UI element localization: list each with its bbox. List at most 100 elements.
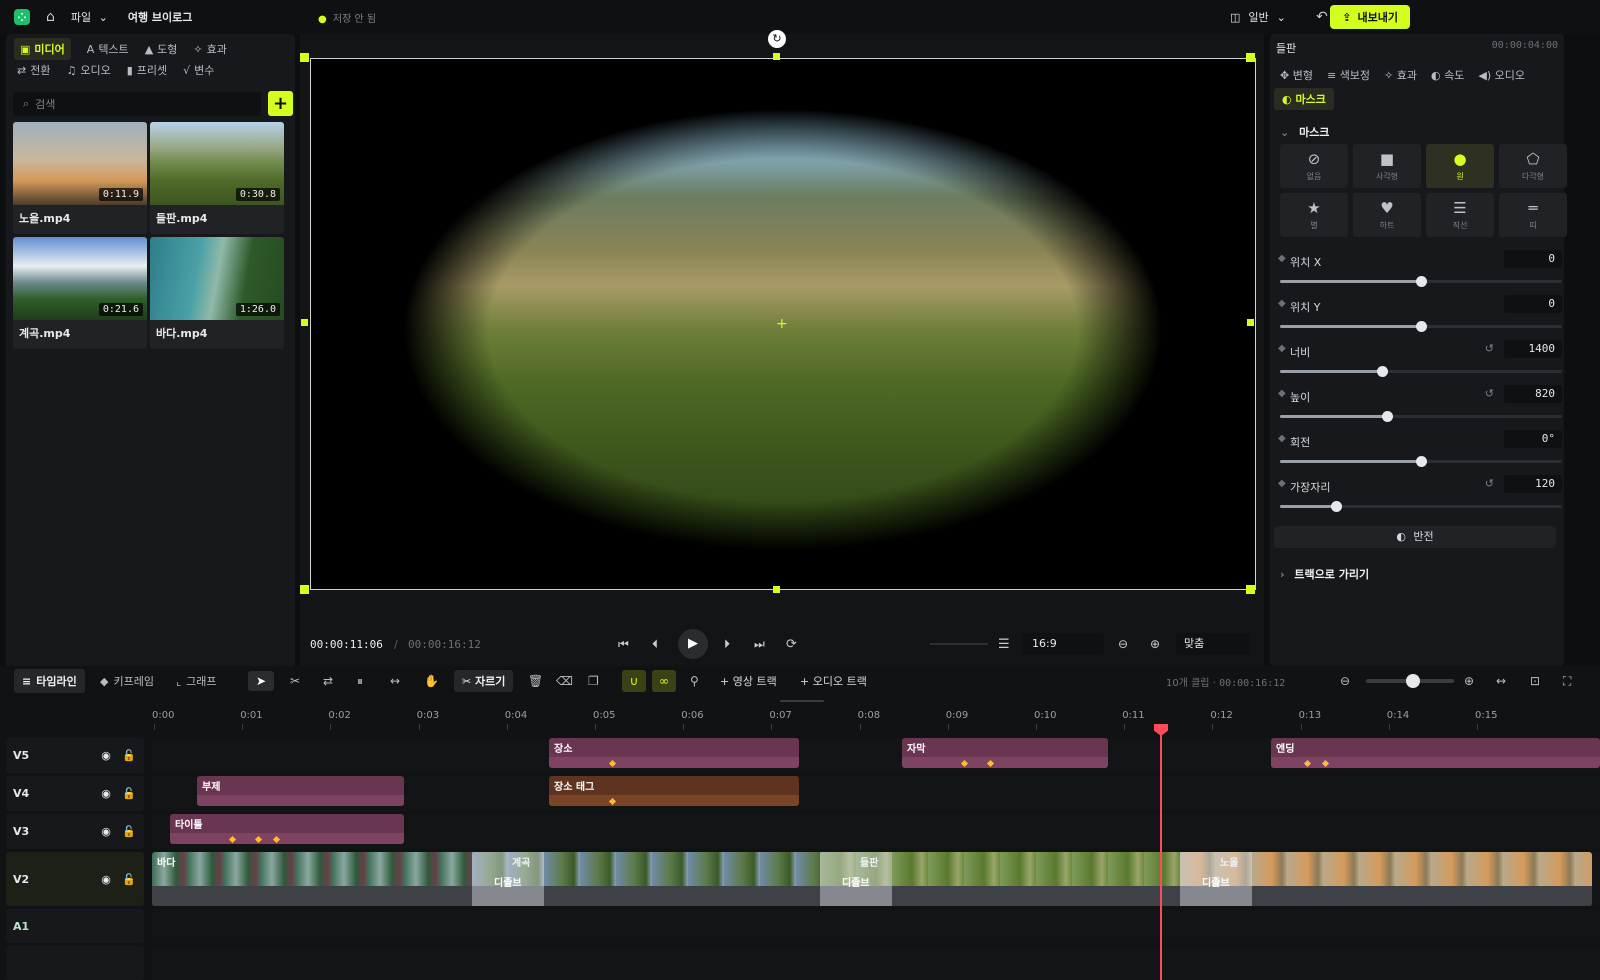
tab-transition[interactable]: ⇄ 전환 <box>17 62 50 78</box>
property-slider[interactable] <box>1280 321 1562 332</box>
slider-knob[interactable] <box>1382 411 1394 422</box>
track-lane-a1[interactable] <box>152 909 1600 943</box>
range-icon[interactable]: ↔ <box>390 674 400 688</box>
mask-shape-rectangle[interactable]: ■ 사각형 <box>1353 144 1421 188</box>
clip-v3-title[interactable]: 타이틀 <box>170 814 404 844</box>
tab-media[interactable]: ▣ 미디어 <box>14 38 71 60</box>
tab-speed[interactable]: ◐ 속도 <box>1431 67 1464 83</box>
settings-sliders-icon[interactable]: ☰ <box>998 637 1010 652</box>
resize-grip[interactable] <box>780 700 824 702</box>
track-lane-v2[interactable]: 바다 계곡 들판 노을 디졸브 디졸브 디졸브 <box>152 852 1600 906</box>
link-toggle[interactable]: ∞ <box>652 670 676 692</box>
slider-knob[interactable] <box>1331 501 1343 512</box>
zoom-slider-knob[interactable] <box>1406 674 1420 688</box>
duplicate-icon[interactable]: ❐ <box>588 674 599 688</box>
skip-to-start-icon[interactable]: ⏮ <box>618 637 629 652</box>
resize-handle-bottom-left[interactable] <box>300 585 309 594</box>
property-slider[interactable] <box>1280 366 1562 377</box>
property-slider[interactable] <box>1280 501 1562 512</box>
playhead[interactable] <box>1160 728 1162 980</box>
resize-handle-bottom-right[interactable] <box>1246 585 1255 594</box>
trash-icon[interactable]: 🗑 <box>528 674 543 688</box>
clip-v5-subtitle[interactable]: 자막 <box>902 738 1108 768</box>
media-item-valley[interactable]: 0:21.6 계곡.mp4 <box>13 237 147 349</box>
keyframe-toggle-icon[interactable]: ◆ <box>1278 433 1286 444</box>
add-media-button[interactable]: + <box>268 91 293 116</box>
tab-timeline[interactable]: ≡ 타임라인 <box>14 669 85 693</box>
loop-icon[interactable]: ⟳ <box>786 637 797 652</box>
keyframe-toggle-icon[interactable]: ◆ <box>1278 388 1286 399</box>
media-search-input[interactable]: ⌕ 검색 <box>13 92 261 116</box>
tab-audio[interactable]: ♫ 오디오 <box>66 62 110 78</box>
property-value-input[interactable]: 820 <box>1504 385 1562 403</box>
step-back-icon[interactable]: ⏴ <box>652 637 658 652</box>
reset-icon[interactable]: ↺ <box>1485 477 1494 490</box>
clip-v4-place-tag[interactable]: 장소 태그 <box>549 776 799 806</box>
undo-icon[interactable]: ↶ <box>1316 9 1328 25</box>
keyframe-toggle-icon[interactable]: ◆ <box>1278 343 1286 354</box>
transition-dissolve[interactable]: 디졸브 <box>820 852 892 906</box>
property-value-input[interactable]: 0 <box>1504 250 1562 268</box>
tab-effects[interactable]: ✧ 효과 <box>193 41 226 57</box>
resize-handle-top-left[interactable] <box>300 53 309 62</box>
zoom-in-icon[interactable]: ⊕ <box>1464 674 1474 688</box>
lock-icon[interactable]: 🔓 <box>119 787 139 800</box>
lock-icon[interactable]: 🔓 <box>119 749 139 762</box>
split-icon[interactable]: ⏸ <box>357 674 363 689</box>
mask-shape-line[interactable]: ☰ 직선 <box>1426 193 1494 237</box>
property-slider[interactable] <box>1280 276 1562 287</box>
tab-variable[interactable]: √ 변수 <box>183 62 214 78</box>
magnet-toggle[interactable]: ∪ <box>622 670 646 692</box>
clip-v2-sea[interactable]: 바다 <box>152 852 484 906</box>
eye-icon[interactable]: ◉ <box>93 873 119 886</box>
property-value-input[interactable]: 0 <box>1504 295 1562 313</box>
media-item-sunset[interactable]: 0:11.9 노을.mp4 <box>13 122 147 234</box>
track-mask-section-header[interactable]: › 트랙으로 가리기 <box>1280 566 1369 582</box>
slider-knob[interactable] <box>1416 321 1427 332</box>
reset-icon[interactable]: ↺ <box>1485 387 1494 400</box>
clip-v5-ending[interactable]: 엔딩 <box>1271 738 1600 768</box>
file-menu[interactable]: 파일 ⌄ <box>71 9 108 25</box>
preview-canvas[interactable]: + <box>310 58 1256 590</box>
fullscreen-icon[interactable]: ⛶ <box>1563 674 1571 689</box>
tab-transform[interactable]: ✥ 변형 <box>1280 67 1313 83</box>
resize-handle-top[interactable] <box>773 53 780 60</box>
add-video-track-button[interactable]: + 영상 트랙 <box>720 673 777 689</box>
property-value-input[interactable]: 1400 <box>1504 340 1562 358</box>
mask-shape-none[interactable]: ⊘ 없음 <box>1280 144 1348 188</box>
eye-icon[interactable]: ◉ <box>93 825 119 838</box>
tab-color[interactable]: ≡ 색보정 <box>1327 67 1370 83</box>
home-icon[interactable]: ⌂ <box>46 9 55 25</box>
media-item-field[interactable]: 0:30.8 들판.mp4 <box>150 122 284 234</box>
property-slider[interactable] <box>1280 411 1562 422</box>
property-slider[interactable] <box>1280 456 1562 467</box>
tab-mask[interactable]: ◐ 마스크 <box>1274 88 1334 110</box>
export-button[interactable]: ⇪ 내보내기 <box>1330 5 1410 29</box>
invert-button[interactable]: ◐ 반전 <box>1274 526 1556 548</box>
hand-icon[interactable]: ✋ <box>424 674 439 688</box>
mask-shape-heart[interactable]: ♥ 하트 <box>1353 193 1421 237</box>
clip-v4-subtitle[interactable]: 부제 <box>197 776 404 806</box>
layout-selector[interactable]: ◫ 일반 ⌄ <box>1230 9 1286 25</box>
track-lane-v3[interactable]: 타이틀 <box>152 814 1600 849</box>
lock-icon[interactable]: 🔓 <box>119 825 139 838</box>
skip-to-end-icon[interactable]: ⏭ <box>754 637 765 652</box>
clip-v5-place[interactable]: 장소 <box>549 738 799 768</box>
zoom-select[interactable]: 맞춤 <box>1176 633 1250 655</box>
delete-gap-icon[interactable]: ⌫ <box>556 674 573 688</box>
select-tool-button[interactable]: ➤ <box>248 671 275 691</box>
transition-dissolve[interactable]: 디졸브 <box>472 852 544 906</box>
cut-button[interactable]: ✂ 자르기 <box>454 670 514 692</box>
app-logo-icon[interactable]: ⁘ <box>14 9 30 25</box>
track-lane-v5[interactable]: 장소 자막 엔딩 <box>152 738 1600 773</box>
aspect-ratio-select[interactable]: 16:9 <box>1022 633 1104 655</box>
zoom-in-icon[interactable]: ⊕ <box>1150 637 1160 651</box>
tab-shape[interactable]: ▲ 도형 <box>145 41 178 57</box>
project-name[interactable]: 여행 브이로그 <box>128 9 193 25</box>
zoom-out-icon[interactable]: ⊖ <box>1118 637 1128 651</box>
slider-knob[interactable] <box>1416 276 1427 287</box>
timeline-zoom-slider[interactable] <box>1366 674 1454 688</box>
media-item-sea[interactable]: 1:26.0 바다.mp4 <box>150 237 284 349</box>
mask-shape-star[interactable]: ★ 별 <box>1280 193 1348 237</box>
tab-keyframe[interactable]: ◆ 키프레임 <box>100 673 154 689</box>
